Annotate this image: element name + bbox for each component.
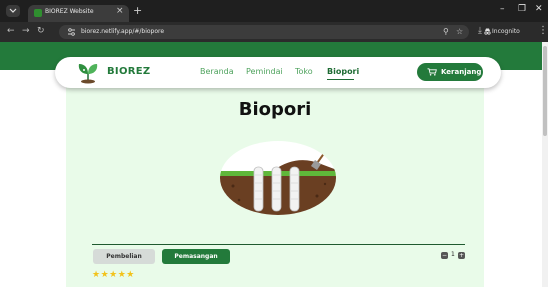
tab-pembelian-label: Pembelian <box>106 253 142 260</box>
tab-title: BIOREZ Website <box>45 8 94 15</box>
menu-dots-icon[interactable]: ⋮ <box>538 25 548 36</box>
nav-link-pemindai[interactable]: Pemindai <box>246 67 283 76</box>
rating-stars: ★★★★★ <box>92 270 135 280</box>
active-nav-underline <box>327 79 354 80</box>
forward-icon[interactable]: → <box>22 26 30 36</box>
quantity-decrease-button[interactable]: − <box>441 252 448 259</box>
reload-icon[interactable]: ↻ <box>37 26 45 36</box>
back-icon[interactable]: ← <box>7 26 15 36</box>
browser-tab[interactable]: BIOREZ Website × <box>28 5 129 22</box>
tab-search-button[interactable] <box>6 5 20 17</box>
biorez-logo-icon[interactable] <box>75 62 101 84</box>
incognito-label: Incognito <box>492 28 520 35</box>
browser-tab-bar: BIOREZ Website × + – ❐ ✕ <box>0 0 548 22</box>
nav-link-biopori[interactable]: Biopori <box>327 67 359 76</box>
quantity-value: 1 <box>451 251 455 258</box>
tab-pembelian-button[interactable]: Pembelian <box>93 249 155 264</box>
bookmark-star-icon[interactable]: ☆ <box>456 27 463 36</box>
page-title: Biopori <box>238 99 312 120</box>
cart-label: Keranjang <box>441 68 482 76</box>
brand-name[interactable]: BIOREZ <box>107 66 150 77</box>
web-page: BIOREZ Beranda Pemindai Toko Biopori Ker… <box>0 42 548 287</box>
cart-icon <box>427 68 437 76</box>
close-window-button[interactable]: ✕ <box>535 4 543 14</box>
address-bar[interactable]: biorez.netlify.app/#/biopore ⚲ ☆ <box>59 25 469 39</box>
cart-button[interactable]: Keranjang <box>417 63 483 81</box>
scrollbar-thumb[interactable] <box>543 46 547 136</box>
site-info-icon[interactable] <box>67 28 76 36</box>
tab-pemasangan-label: Pemasangan <box>174 253 218 260</box>
quantity-increase-button[interactable]: + <box>458 252 465 259</box>
nav-link-toko[interactable]: Toko <box>295 67 313 76</box>
favicon-icon <box>34 9 42 17</box>
close-tab-icon[interactable]: × <box>116 6 124 16</box>
search-icon[interactable]: ⚲ <box>443 27 449 36</box>
biopore-illustration <box>220 141 336 215</box>
url-text[interactable]: biorez.netlify.app/#/biopore <box>81 28 164 35</box>
site-navbar: BIOREZ Beranda Pemindai Toko Biopori Ker… <box>55 57 501 88</box>
minimize-button[interactable]: – <box>500 4 505 14</box>
browser-toolbar: ← → ↻ biorez.netlify.app/#/biopore ⚲ ☆ ⤓… <box>0 22 548 42</box>
incognito-icon <box>484 28 491 35</box>
section-divider <box>92 244 465 245</box>
chevron-down-icon <box>9 8 17 13</box>
maximize-button[interactable]: ❐ <box>518 4 526 14</box>
new-tab-button[interactable]: + <box>133 4 142 17</box>
download-icon[interactable]: ⤓ <box>478 26 482 36</box>
tab-pemasangan-button[interactable]: Pemasangan <box>162 249 230 264</box>
nav-link-beranda[interactable]: Beranda <box>200 67 234 76</box>
